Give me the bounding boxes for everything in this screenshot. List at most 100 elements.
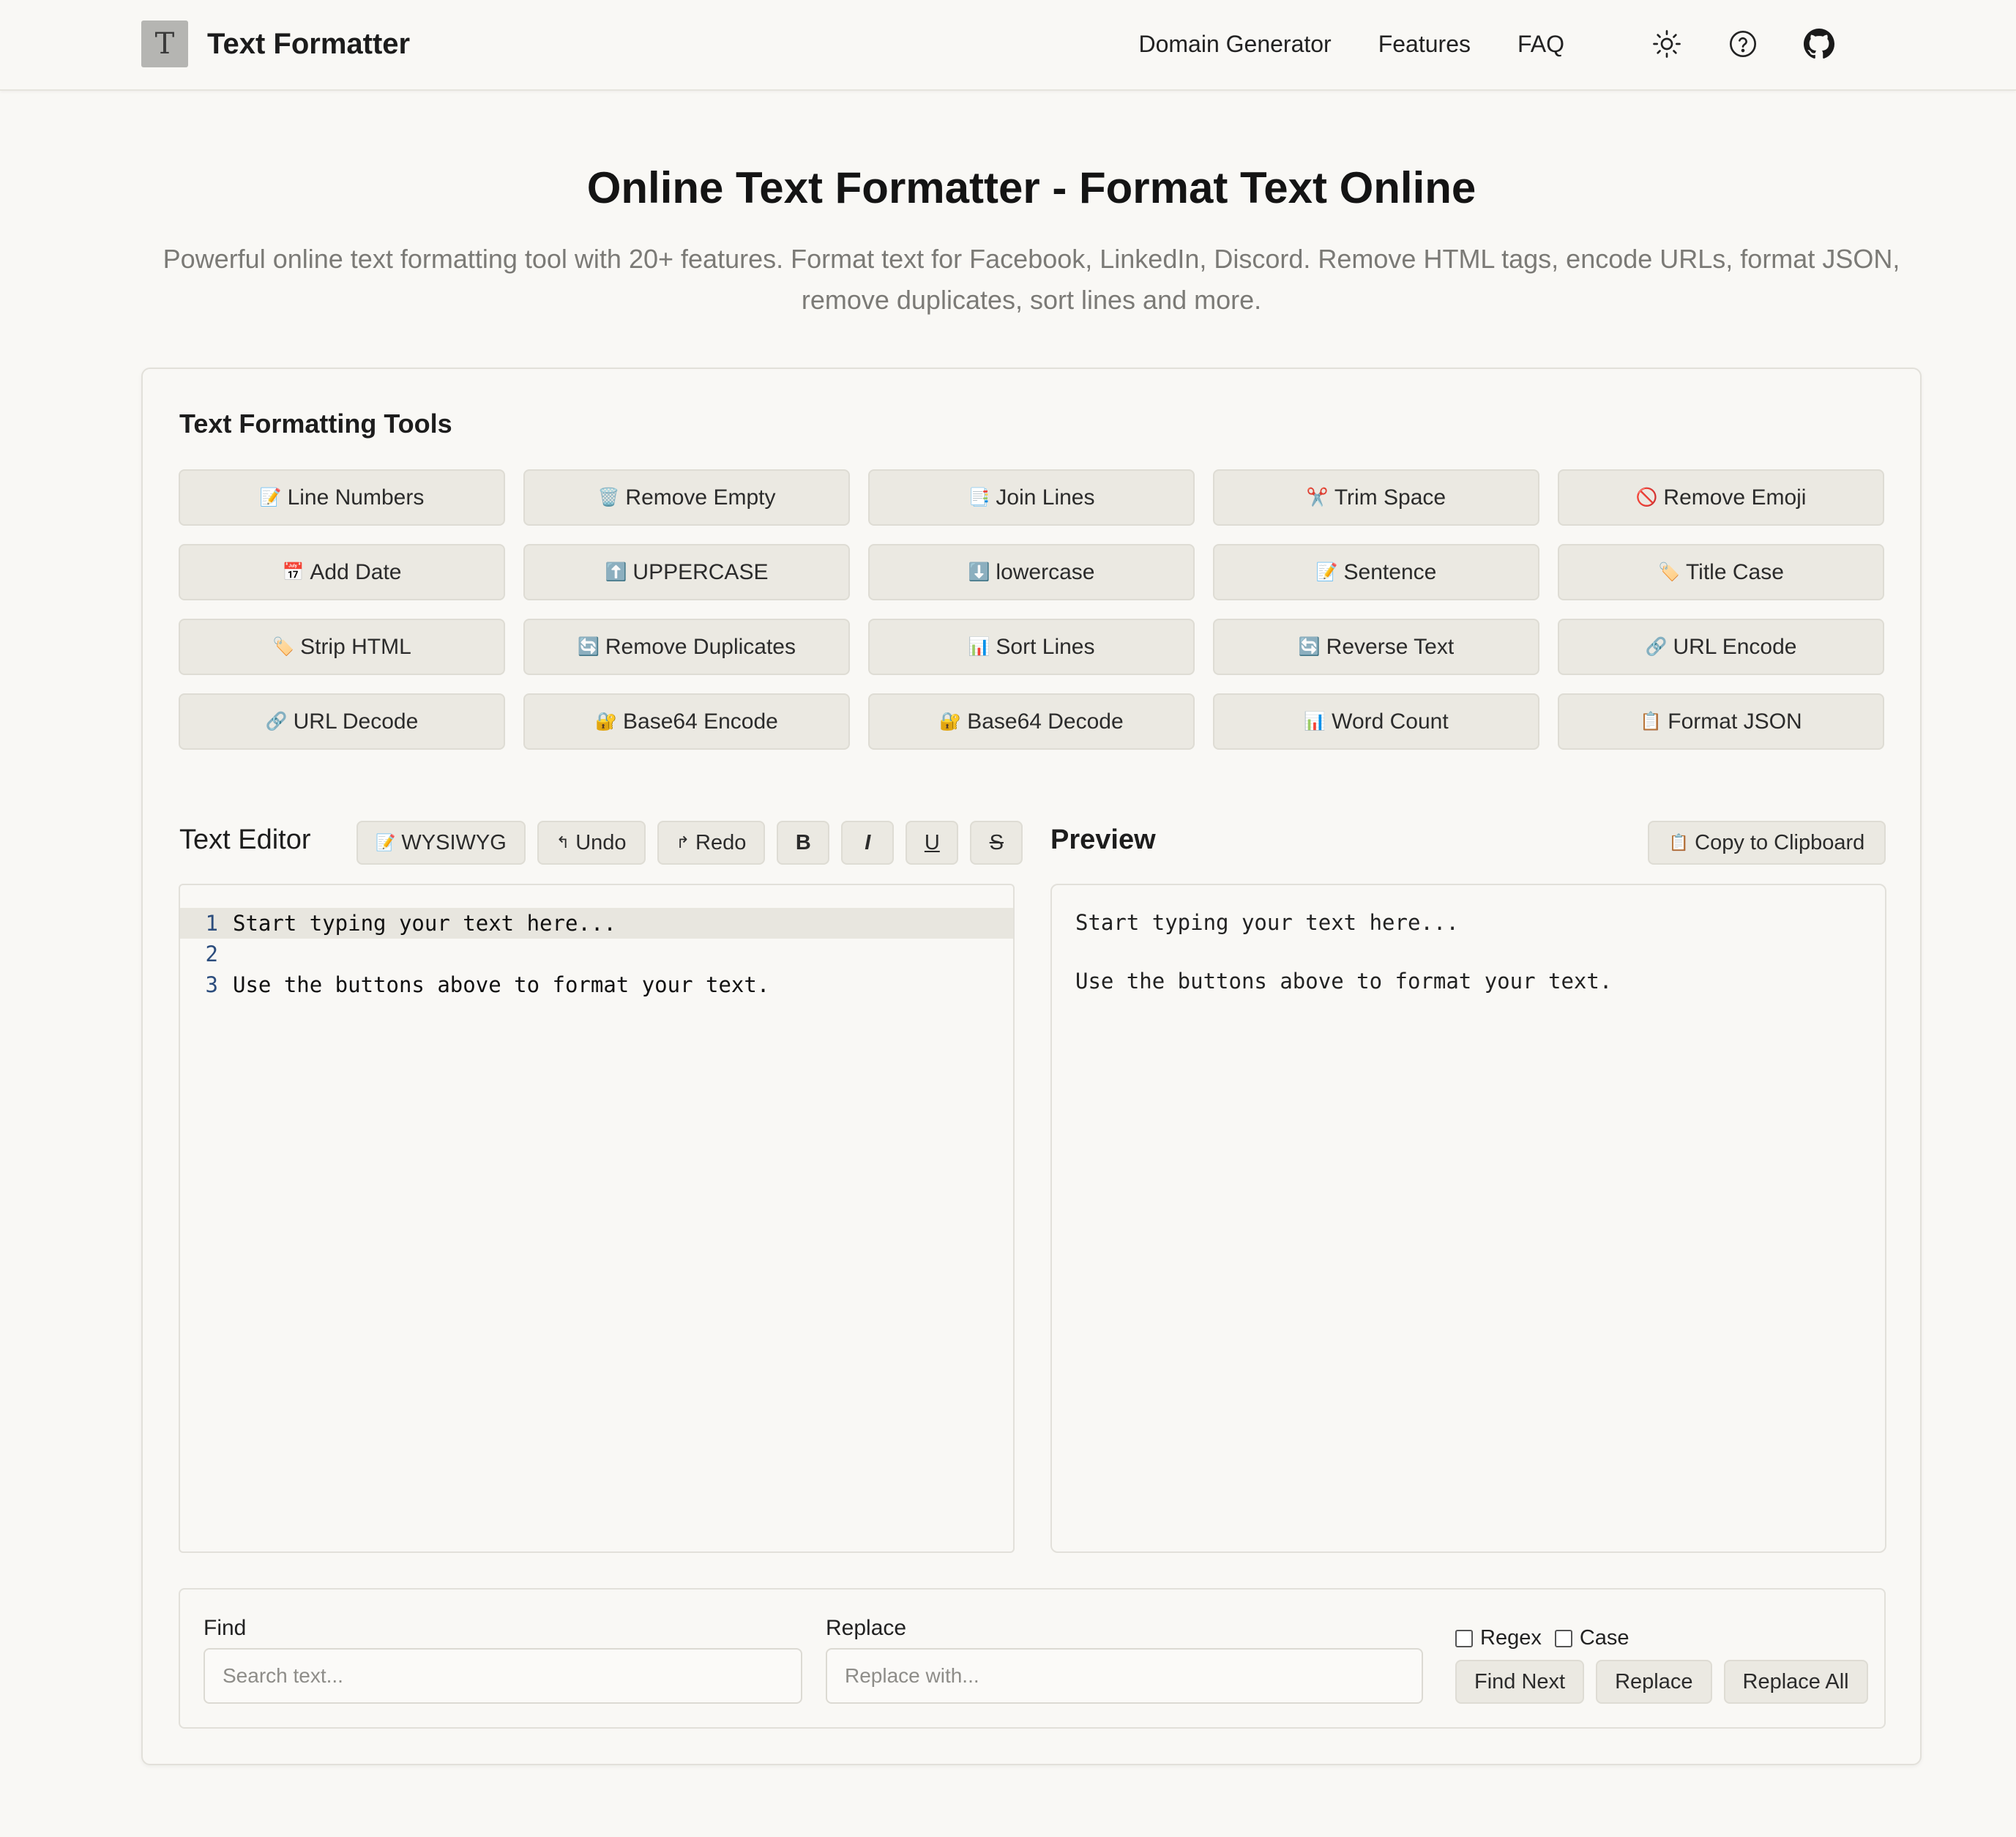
- find-replace-panel: Find Replace Regex Case Find Next Replac…: [179, 1588, 1886, 1729]
- lowercase-button[interactable]: ⬇️ lowercase: [868, 544, 1195, 600]
- refresh-icon: 🔄: [1298, 637, 1321, 657]
- editor-line[interactable]: 3 Use the buttons above to format your t…: [180, 969, 1013, 1000]
- replace-label: Replace: [826, 1616, 907, 1640]
- wysiwyg-button[interactable]: 📝 WYSIWYG: [356, 821, 526, 865]
- nav-link-domain-generator[interactable]: Domain Generator: [1138, 31, 1331, 58]
- button-label: Join Lines: [996, 485, 1095, 510]
- remove-emoji-button[interactable]: 🚫 Remove Emoji: [1558, 469, 1884, 526]
- button-label: Base64 Encode: [623, 709, 778, 734]
- strikethrough-button[interactable]: S: [970, 821, 1023, 865]
- subtitle-line-2: remove duplicates, sort lines and more.: [801, 285, 1262, 315]
- text-editor[interactable]: 1 Start typing your text here... 2 3 Use…: [179, 884, 1015, 1553]
- memo-icon: 📝: [259, 488, 282, 507]
- sun-icon[interactable]: [1649, 26, 1684, 62]
- redo-button[interactable]: ↱ Redo: [657, 821, 766, 865]
- logo: T: [141, 21, 188, 67]
- brand-name: Text Formatter: [207, 27, 411, 60]
- base64-encode-button[interactable]: 🔐 Base64 Encode: [523, 693, 850, 750]
- tools-title: Text Formatting Tools: [179, 409, 452, 439]
- clipboard-icon: 📋: [1668, 833, 1690, 852]
- page-subtitle: Powerful online text formatting tool wit…: [146, 239, 1916, 321]
- remove-duplicates-button[interactable]: 🔄 Remove Duplicates: [523, 619, 850, 675]
- button-label: Add Date: [310, 559, 402, 584]
- bar-chart-icon: 📊: [968, 637, 990, 657]
- preview-line: Start typing your text here...: [1075, 910, 1459, 935]
- replace-all-button[interactable]: Replace All: [1723, 1660, 1868, 1704]
- editor-toolbar: 📝 WYSIWYG ↰ Undo ↱ Redo B I U S: [356, 821, 1034, 865]
- case-label: Case: [1579, 1626, 1629, 1650]
- uppercase-button[interactable]: ⬆️ UPPERCASE: [523, 544, 850, 600]
- refresh-icon: 🔄: [577, 637, 600, 657]
- line-numbers-button[interactable]: 📝 Line Numbers: [179, 469, 505, 526]
- url-decode-button[interactable]: 🔗 URL Decode: [179, 693, 505, 750]
- title-case-button[interactable]: 🏷️ Title Case: [1558, 544, 1884, 600]
- button-label: Strip HTML: [300, 634, 411, 659]
- button-label: Reverse Text: [1326, 634, 1455, 659]
- reverse-text-button[interactable]: 🔄 Reverse Text: [1213, 619, 1539, 675]
- copy-to-clipboard-button[interactable]: 📋 Copy to Clipboard: [1648, 821, 1886, 865]
- formatter-card: Text Formatting Tools 📝 Line Numbers 🗑️ Re…: [141, 368, 1922, 1765]
- regex-checkbox[interactable]: [1455, 1629, 1473, 1647]
- button-label: Sentence: [1343, 559, 1437, 584]
- bar-chart-icon: 📊: [1304, 712, 1326, 731]
- calendar-icon: 📅: [282, 562, 305, 582]
- underline-button[interactable]: U: [906, 821, 959, 865]
- trim-space-button[interactable]: ✂️ Trim Space: [1213, 469, 1539, 526]
- subtitle-line-1: Powerful online text formatting tool wit…: [163, 244, 1900, 274]
- find-label: Find: [204, 1616, 247, 1640]
- button-label: Base64 Decode: [967, 709, 1124, 734]
- button-label: Remove Emoji: [1663, 485, 1807, 510]
- clipboard-icon: 📋: [1640, 712, 1662, 731]
- base64-decode-button[interactable]: 🔐 Base64 Decode: [868, 693, 1195, 750]
- button-label: Title Case: [1685, 559, 1784, 584]
- undo-button[interactable]: ↰ Undo: [537, 821, 646, 865]
- button-label: Undo: [575, 830, 627, 854]
- add-date-button[interactable]: 📅 Add Date: [179, 544, 505, 600]
- sort-lines-button[interactable]: 📊 Sort Lines: [868, 619, 1195, 675]
- editor-line[interactable]: 1 Start typing your text here...: [180, 908, 1013, 939]
- case-checkbox[interactable]: [1554, 1629, 1572, 1647]
- tag-icon: 🏷️: [1658, 562, 1680, 582]
- button-label: Sort Lines: [996, 634, 1095, 659]
- top-navbar: T Text Formatter Domain Generator Featur…: [0, 0, 2016, 91]
- word-count-button[interactable]: 📊 Word Count: [1213, 693, 1539, 750]
- editor-title: Text Editor: [179, 824, 311, 855]
- replace-input[interactable]: [826, 1648, 1423, 1704]
- button-label: URL Decode: [293, 709, 419, 734]
- button-label: Line Numbers: [287, 485, 425, 510]
- preview-panel: Start typing your text here... Use the b…: [1050, 884, 1886, 1553]
- link-icon: 🔗: [265, 712, 288, 731]
- search-options: Regex Case: [1455, 1626, 1643, 1650]
- tools-grid: 📝 Line Numbers 🗑️ Remove Empty 📑 Join Lines…: [179, 469, 1886, 750]
- button-label: Copy to Clipboard: [1695, 830, 1865, 854]
- strip-html-button[interactable]: 🏷️ Strip HTML: [179, 619, 505, 675]
- button-label: Trim Space: [1334, 485, 1446, 510]
- help-circle-icon[interactable]: [1725, 26, 1761, 62]
- find-input[interactable]: [204, 1648, 802, 1704]
- italic-button[interactable]: I: [841, 821, 895, 865]
- preview-title: Preview: [1050, 824, 1156, 855]
- nav-link-features[interactable]: Features: [1378, 31, 1471, 58]
- nav-menu: Domain Generator Features FAQ: [1138, 22, 1837, 66]
- remove-empty-button[interactable]: 🗑️ Remove Empty: [523, 469, 850, 526]
- lock-icon: 🔐: [595, 712, 618, 731]
- prohibited-icon: 🚫: [1635, 488, 1658, 507]
- github-icon[interactable]: [1802, 26, 1837, 62]
- brand[interactable]: T Text Formatter: [141, 21, 410, 67]
- find-next-button[interactable]: Find Next: [1455, 1660, 1585, 1704]
- editor-line[interactable]: 2: [180, 939, 1013, 969]
- replace-button[interactable]: Replace: [1596, 1660, 1712, 1704]
- link-icon: 🔗: [1645, 637, 1668, 657]
- line-text: Start typing your text here...: [233, 911, 616, 936]
- button-label: Remove Duplicates: [605, 634, 796, 659]
- redo-icon: ↱: [676, 833, 690, 852]
- bold-button[interactable]: B: [777, 821, 830, 865]
- memo-icon: 📝: [1315, 562, 1338, 582]
- join-lines-button[interactable]: 📑 Join Lines: [868, 469, 1195, 526]
- format-json-button[interactable]: 📋 Format JSON: [1558, 693, 1884, 750]
- nav-link-faq[interactable]: FAQ: [1517, 31, 1564, 58]
- url-encode-button[interactable]: 🔗 URL Encode: [1558, 619, 1884, 675]
- button-label: WYSIWYG: [401, 830, 507, 854]
- trash-icon: 🗑️: [597, 488, 620, 507]
- sentence-case-button[interactable]: 📝 Sentence: [1213, 544, 1539, 600]
